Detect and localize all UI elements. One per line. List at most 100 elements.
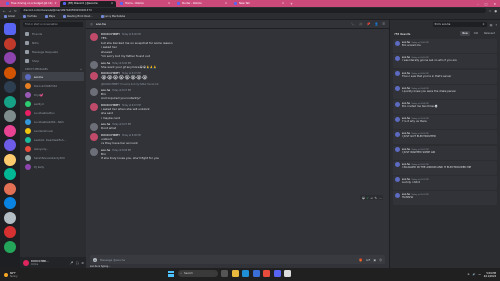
server-icon[interactable] xyxy=(4,110,16,122)
avatar[interactable] xyxy=(90,103,98,112)
browser-tab[interactable]: Home - Roblox ✕ xyxy=(117,1,173,7)
search-result[interactable]: soo.he Today at 8:05 PM I was literally go… xyxy=(393,54,497,69)
dm-item[interactable]: Luvideable4482...NDC xyxy=(20,117,86,126)
dm-item[interactable]: Lesdikd, Deadliestfish... xyxy=(20,135,86,144)
check-reaction-icon[interactable]: ✔ xyxy=(366,196,369,200)
back-icon[interactable]: ← xyxy=(3,9,6,13)
search-result[interactable]: soo.he Today at 8:03 PM Y is it arty us th… xyxy=(393,115,497,130)
battery-icon[interactable]: ▭ xyxy=(478,273,480,276)
microphone-icon[interactable]: 🎤 xyxy=(70,261,74,265)
search-result[interactable]: soo.he Today at 8:06 PM Bro scared me xyxy=(393,39,497,54)
browser-tab[interactable]: New Tab ✕ xyxy=(231,1,287,7)
new-tab-icon[interactable]: + xyxy=(288,2,293,6)
dm-item[interactable]: soo.he xyxy=(22,72,84,81)
dm-item[interactable]: Dsrovinf4482342 xyxy=(20,81,86,90)
help-icon[interactable]: ? xyxy=(495,23,497,27)
search-result[interactable]: soo.he Today at 8:04 PM I quickly knew you… xyxy=(393,84,497,99)
message-author[interactable]: DOOCCHINEY xyxy=(101,133,120,137)
close-tab-icon[interactable]: ✕ xyxy=(54,2,56,5)
task-view-icon[interactable] xyxy=(221,270,228,277)
edit-icon[interactable]: ✎ xyxy=(374,196,377,200)
gift-icon[interactable]: 🎁 xyxy=(359,258,362,262)
avatar[interactable] xyxy=(90,133,98,142)
windows-start-icon[interactable] xyxy=(168,270,174,277)
add-friend-icon[interactable]: 👤 xyxy=(375,22,379,26)
taskbar-search[interactable]: ⌕ Search xyxy=(177,270,218,277)
avatar[interactable] xyxy=(90,88,98,97)
minimize-icon[interactable]: – xyxy=(477,2,479,6)
headphones-icon[interactable]: 🎧 xyxy=(76,261,80,265)
close-icon[interactable]: ✕ xyxy=(482,23,484,26)
discord-icon[interactable] xyxy=(273,270,281,277)
reply-icon[interactable]: ↩ xyxy=(370,196,373,200)
server-icon[interactable] xyxy=(4,226,16,238)
server-icon[interactable] xyxy=(4,197,16,209)
search-input[interactable]: from: soo.he ✕ xyxy=(432,22,487,27)
server-icon[interactable] xyxy=(4,52,16,64)
gear-icon[interactable]: ⚙ xyxy=(81,261,84,265)
dm-search-input[interactable]: Find or start a conversation xyxy=(23,22,83,27)
search-result[interactable]: soo.he Today at 8:04 PM Bro invited me two… xyxy=(393,100,497,114)
sidebar-item-nitro[interactable]: Nitro xyxy=(20,38,86,47)
sort-old-button[interactable]: Old xyxy=(472,31,480,36)
server-icon[interactable] xyxy=(4,139,16,151)
chat-recipient-name[interactable]: soo.he xyxy=(96,22,106,26)
avatar[interactable] xyxy=(90,122,98,131)
close-tab-icon[interactable]: ✕ xyxy=(168,2,170,5)
server-icon[interactable] xyxy=(4,168,16,180)
clock[interactable]: 5:09 PM 4/11/2024 xyxy=(484,272,496,278)
store-icon[interactable] xyxy=(252,270,260,277)
wifi-icon[interactable]: ≋ xyxy=(467,273,469,276)
search-result[interactable]: soo.he Today at 8:01 PM Luckily i didnt xyxy=(393,175,497,190)
volume-icon[interactable]: 🔊 xyxy=(472,273,475,276)
avatar[interactable] xyxy=(90,32,98,41)
sort-relevant-button[interactable]: Relevant xyxy=(482,31,497,36)
server-icon[interactable] xyxy=(4,240,16,253)
avatar[interactable] xyxy=(90,148,98,157)
search-result[interactable]: soo.he Today at 8:03 PM I JUST GOT ELECTRO… xyxy=(393,130,497,145)
bookmark-item[interactable]: Reading Brick Road... xyxy=(63,15,93,18)
more-icon[interactable]: ⋯ xyxy=(379,196,382,200)
dm-item[interactable]: DJ Kelly xyxy=(20,162,86,171)
roblox-icon[interactable] xyxy=(284,270,291,277)
url-input[interactable]: discord.com/channels/@me/109744955915002… xyxy=(19,8,486,13)
server-icon[interactable] xyxy=(4,81,16,93)
dm-item[interactable]: Luvideabledtuv xyxy=(20,108,86,117)
bookmark-item[interactable]: Jenny Mechatube xyxy=(100,15,125,18)
dm-item[interactable]: Dryz💕 xyxy=(20,90,86,99)
server-icon[interactable] xyxy=(4,211,16,224)
search-result[interactable]: soo.he Today at 8:01 PM HAHAHA xyxy=(393,191,497,206)
pin-icon[interactable]: 📌 xyxy=(367,22,371,26)
upload-plus-icon[interactable]: + xyxy=(93,257,97,262)
server-icon[interactable] xyxy=(4,66,16,79)
bookmark-item[interactable]: Maps xyxy=(44,15,55,18)
chrome-icon[interactable] xyxy=(263,270,270,277)
bookmark-item[interactable]: YouTube xyxy=(22,15,37,18)
maximize-icon[interactable]: □ xyxy=(485,2,488,6)
sort-new-button[interactable]: New xyxy=(460,31,470,36)
message-composer[interactable]: + Message @soo.he 🎁 GIF ▣ ☺ xyxy=(90,255,385,264)
browser-tab[interactable]: Free driving on a budget (pt 11) ✕ xyxy=(3,1,59,7)
forward-icon[interactable]: → xyxy=(9,9,12,13)
avatar[interactable] xyxy=(90,61,98,70)
avatar[interactable] xyxy=(23,259,29,266)
edge-icon[interactable] xyxy=(242,270,249,277)
sticker-icon[interactable]: ▣ xyxy=(373,258,376,262)
server-icon[interactable] xyxy=(4,153,16,166)
dm-item[interactable]: SerahNonexistenty309 xyxy=(20,153,86,162)
server-icon[interactable] xyxy=(4,95,16,108)
search-result[interactable]: soo.he Today at 8:05 PM Then I saw that yo… xyxy=(393,69,497,84)
dm-item[interactable]: Lenderwhovel xyxy=(20,126,86,135)
avatar[interactable] xyxy=(90,71,98,80)
sidebar-item-message-requests[interactable]: Message Requests xyxy=(20,47,86,56)
star-icon[interactable]: ☆ xyxy=(489,9,492,13)
dm-item[interactable]: alanyndy... xyxy=(20,144,86,153)
video-icon[interactable]: 🎥 xyxy=(359,22,363,26)
emoji-reaction-icon[interactable]: 😀 xyxy=(362,196,365,200)
reload-icon[interactable]: ↻ xyxy=(14,9,17,13)
profile-icon[interactable]: ● xyxy=(494,9,497,13)
call-icon[interactable]: 📞 xyxy=(351,22,355,26)
close-tab-icon[interactable]: ✕ xyxy=(225,2,227,5)
weather-widget[interactable]: 66°F Sunny xyxy=(4,272,17,278)
message-author[interactable]: soo.he xyxy=(101,148,110,152)
